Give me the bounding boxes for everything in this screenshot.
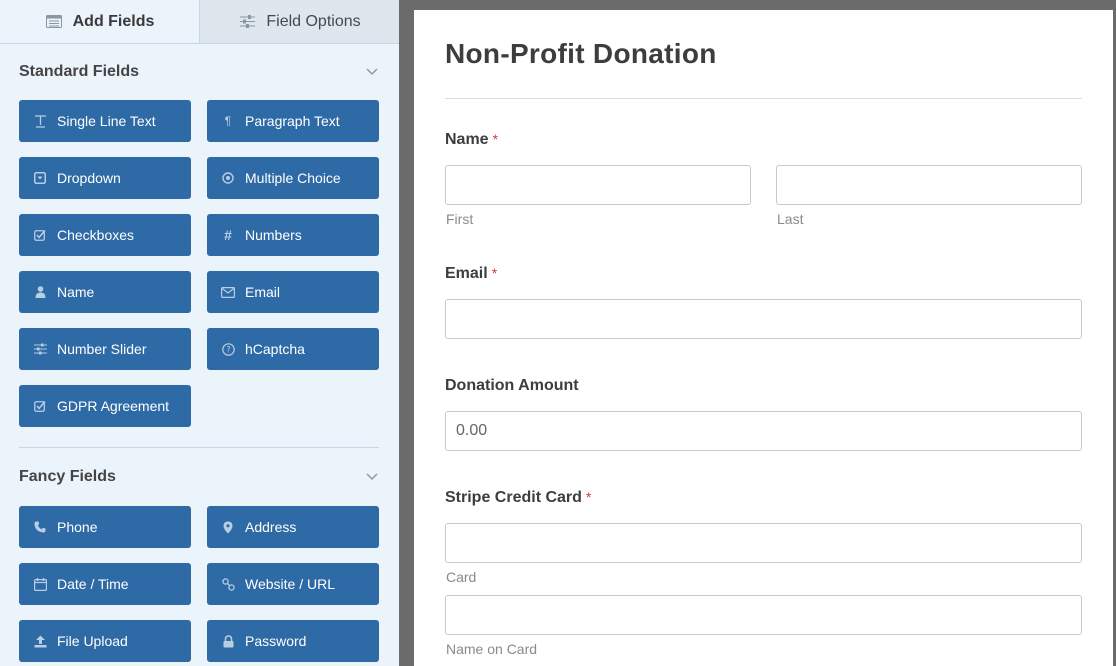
add-date-time-button[interactable]: Date / Time — [19, 563, 191, 605]
sliders-icon — [238, 15, 256, 29]
field-label: File Upload — [57, 633, 128, 649]
field-label: Checkboxes — [57, 227, 135, 243]
add-password-button[interactable]: Password — [207, 620, 379, 662]
field-label: Phone — [57, 519, 98, 535]
tab-field-options[interactable]: Field Options — [199, 0, 399, 43]
label-text: Stripe Credit Card — [445, 489, 582, 506]
add-number-slider-button[interactable]: Number Slider — [19, 328, 191, 370]
section-title: Fancy Fields — [19, 468, 116, 485]
tab-label: Field Options — [266, 12, 361, 30]
card-sublabel: Card — [446, 569, 477, 585]
donation-amount-input[interactable]: 0.00 — [445, 411, 1082, 451]
radio-icon — [221, 171, 235, 185]
field-label: Name — [57, 284, 95, 300]
form-preview-panel: Non-Profit Donation Name * First Last Ema… — [414, 10, 1113, 666]
link-icon — [221, 577, 235, 591]
required-indicator: * — [492, 131, 499, 147]
email-input[interactable] — [445, 299, 1082, 339]
phone-icon — [33, 520, 47, 534]
chevron-down-icon[interactable] — [365, 65, 379, 79]
first-name-sublabel: First — [446, 211, 474, 227]
add-numbers-button[interactable]: # Numbers — [207, 214, 379, 256]
calendar-icon — [33, 577, 47, 591]
svg-text:?: ? — [226, 345, 231, 355]
chevron-down-icon[interactable] — [365, 470, 379, 484]
sidebar-tabs: Add Fields Field Options — [0, 0, 399, 44]
field-sidebar: Add Fields Field Options Standard Fields… — [0, 0, 399, 666]
field-label: Email — [245, 284, 281, 300]
add-email-button[interactable]: Email — [207, 271, 379, 313]
text-icon — [33, 114, 47, 128]
title-divider — [445, 98, 1082, 99]
add-website-url-button[interactable]: Website / URL — [207, 563, 379, 605]
field-label: Password — [245, 633, 307, 649]
section-title: Standard Fields — [19, 63, 140, 80]
name-on-card-sublabel: Name on Card — [446, 641, 538, 657]
label-text: Email — [445, 265, 488, 282]
sliders-icon — [33, 342, 47, 356]
field-label: GDPR Agreement — [57, 398, 170, 414]
section-fancy-fields-header[interactable]: Fancy Fields — [0, 448, 399, 506]
add-paragraph-text-button[interactable]: ¶ Paragraph Text — [207, 100, 379, 142]
section-standard-fields-header[interactable]: Standard Fields — [0, 44, 399, 100]
card-number-input[interactable] — [445, 523, 1082, 563]
field-label: hCaptcha — [245, 341, 305, 357]
tab-add-fields[interactable]: Add Fields — [0, 0, 199, 43]
first-name-input[interactable] — [445, 165, 751, 205]
lock-icon — [221, 634, 235, 648]
last-name-input[interactable] — [776, 165, 1082, 205]
paragraph-icon: ¶ — [224, 114, 232, 128]
map-pin-icon — [221, 520, 235, 534]
envelope-icon — [221, 285, 235, 299]
add-hcaptcha-button[interactable]: ? hCaptcha — [207, 328, 379, 370]
donation-amount-label[interactable]: Donation Amount — [445, 377, 579, 395]
hash-icon: # — [224, 227, 232, 243]
fancy-fields-grid: Phone Address Date / Time Website / URL … — [0, 506, 399, 662]
field-label: Numbers — [245, 227, 302, 243]
field-label: Paragraph Text — [245, 113, 340, 129]
checkbox-icon — [33, 399, 47, 413]
add-file-upload-button[interactable]: File Upload — [19, 620, 191, 662]
required-indicator: * — [491, 265, 498, 281]
user-icon — [33, 285, 47, 299]
field-label: Number Slider — [57, 341, 147, 357]
dropdown-icon — [33, 171, 47, 185]
field-label: Website / URL — [245, 576, 335, 592]
label-text: Name — [445, 131, 489, 148]
add-name-button[interactable]: Name — [19, 271, 191, 313]
checkbox-icon — [33, 228, 47, 242]
add-gdpr-agreement-button[interactable]: GDPR Agreement — [19, 385, 191, 427]
add-address-button[interactable]: Address — [207, 506, 379, 548]
add-checkboxes-button[interactable]: Checkboxes — [19, 214, 191, 256]
add-dropdown-button[interactable]: Dropdown — [19, 157, 191, 199]
form-title: Non-Profit Donation — [445, 38, 717, 69]
field-label: Date / Time — [57, 576, 129, 592]
list-icon — [45, 15, 63, 29]
field-label: Single Line Text — [57, 113, 156, 129]
name-on-card-input[interactable] — [445, 595, 1082, 635]
last-name-sublabel: Last — [777, 211, 804, 227]
field-label: Multiple Choice — [245, 170, 341, 186]
required-indicator: * — [585, 489, 592, 505]
add-phone-button[interactable]: Phone — [19, 506, 191, 548]
add-multiple-choice-button[interactable]: Multiple Choice — [207, 157, 379, 199]
email-field-label[interactable]: Email * — [445, 265, 497, 283]
add-single-line-text-button[interactable]: Single Line Text — [19, 100, 191, 142]
upload-icon — [33, 634, 47, 648]
stripe-credit-card-label[interactable]: Stripe Credit Card * — [445, 489, 591, 507]
name-field-label[interactable]: Name * — [445, 131, 498, 149]
field-label: Address — [245, 519, 297, 535]
standard-fields-grid: Single Line Text ¶ Paragraph Text Dropdo… — [0, 100, 399, 427]
field-label: Dropdown — [57, 170, 121, 186]
label-text: Donation Amount — [445, 377, 579, 394]
tab-label: Add Fields — [72, 12, 155, 30]
question-icon: ? — [221, 342, 235, 356]
